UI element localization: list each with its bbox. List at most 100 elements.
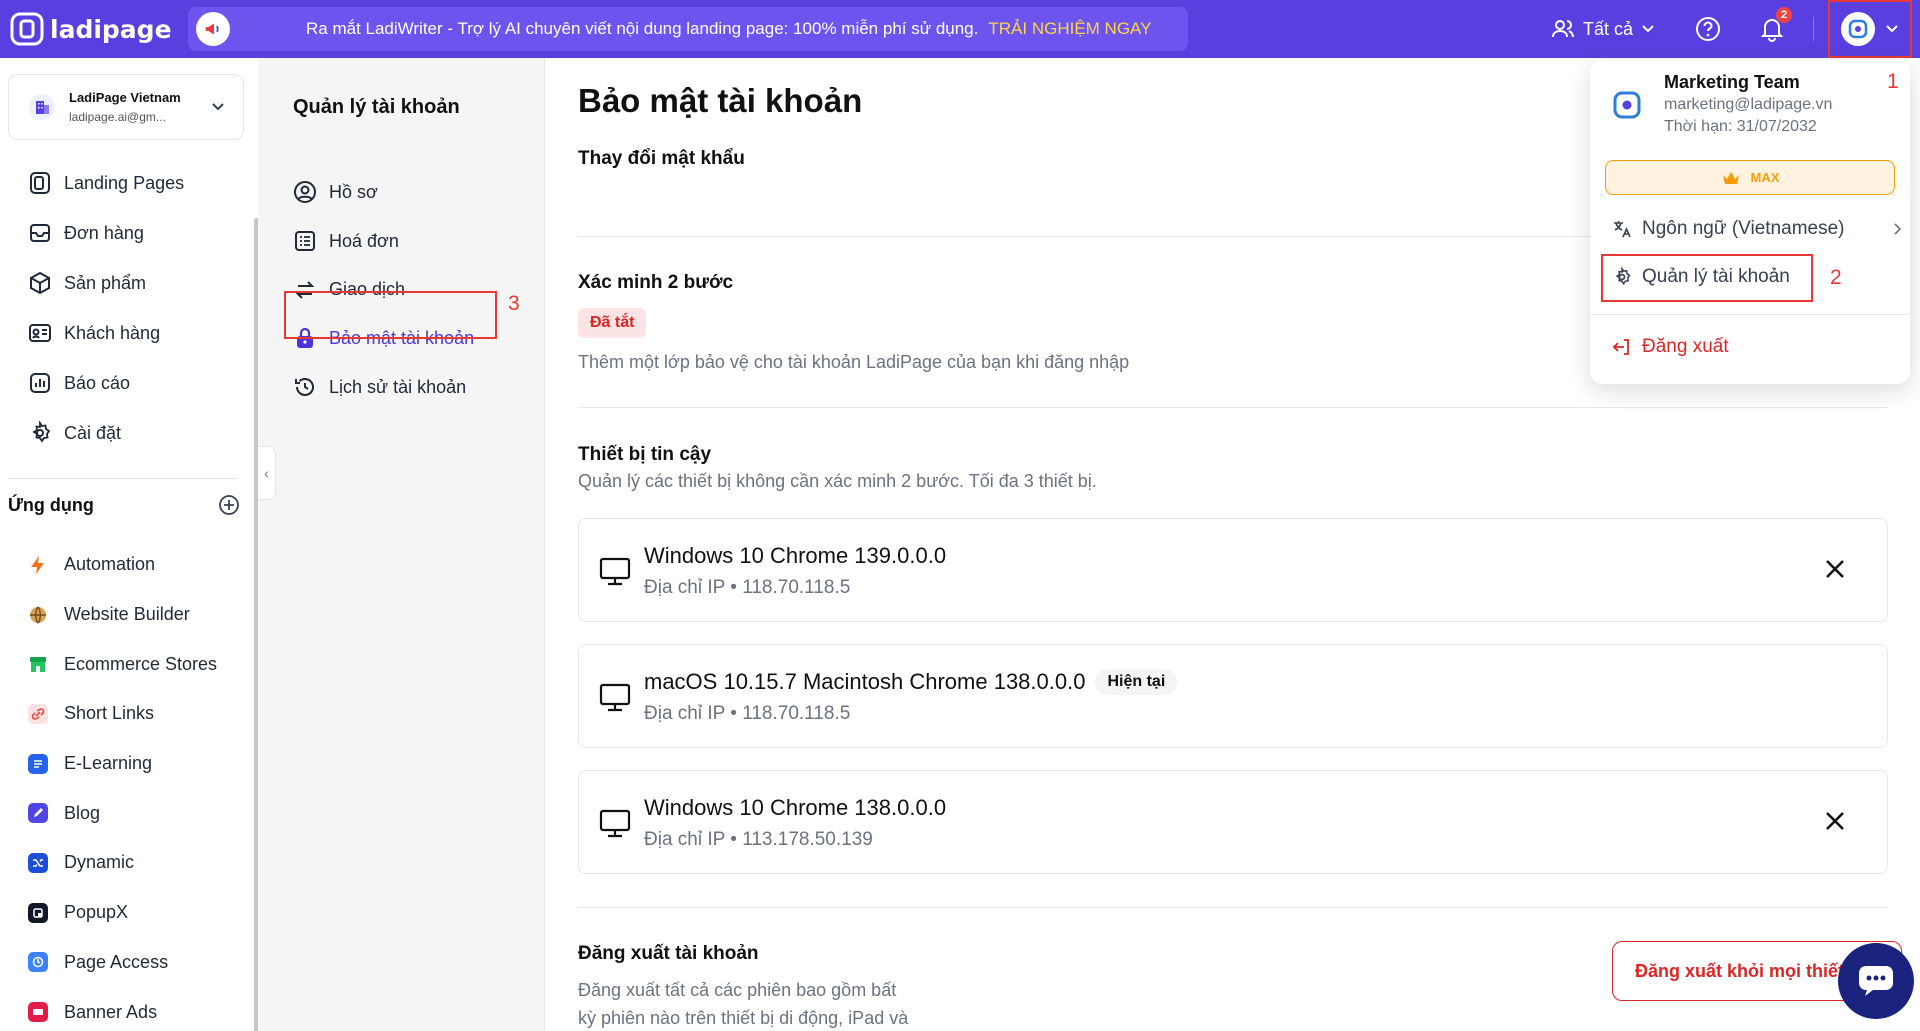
nav-item-reports[interactable]: Báo cáo: [0, 358, 258, 408]
plan-label: MAX: [1750, 170, 1780, 185]
ladipage-logo-icon: [10, 12, 44, 46]
logout-icon: [1612, 339, 1629, 355]
app-item-banner-ads[interactable]: Banner Ads: [0, 987, 258, 1031]
dropdown-user-name: Marketing Team: [1664, 72, 1800, 92]
subnav-item-history[interactable]: Lịch sử tài khoản: [293, 363, 474, 412]
transaction-icon: [295, 281, 315, 299]
notification-badge: 2: [1775, 6, 1793, 24]
banner-ads-icon: [28, 1002, 48, 1023]
account-switcher[interactable]: LadiPage Vietnam ladipage.ai@gm...: [8, 74, 244, 140]
two-factor-description: Thêm một lớp bảo vệ cho tài khoản LadiPa…: [578, 352, 1130, 372]
apps-list: Automation Website Builder Ecommerce Sto…: [0, 540, 258, 1031]
landing-pages-icon: [30, 172, 50, 194]
account-management-menu-item[interactable]: Quản lý tài khoản: [1612, 266, 1790, 288]
nav-item-settings[interactable]: Cài đặt: [0, 408, 258, 458]
subnav-item-label: Giao dịch: [329, 279, 406, 300]
remove-device-button[interactable]: [1823, 809, 1847, 833]
ladipage-logo[interactable]: ladipage: [0, 12, 188, 46]
collapse-sidebar-button[interactable]: ‹: [258, 446, 276, 500]
subnav-item-transactions[interactable]: Giao dịch: [293, 265, 474, 314]
monitor-icon: [599, 557, 631, 586]
device-ip: 113.178.50.139: [742, 829, 873, 850]
help-button[interactable]: [1695, 16, 1721, 42]
app-item-e-learning[interactable]: E-Learning: [0, 739, 258, 789]
language-menu-item[interactable]: Ngôn ngữ (Vietnamese): [1612, 218, 1902, 240]
annotation-step-2: 2: [1830, 266, 1842, 289]
blog-icon: [28, 803, 48, 824]
device-name: macOS 10.15.7 Macintosh Chrome 138.0.0.0: [644, 669, 1086, 694]
announcement-banner[interactable]: Ra mắt LadiWriter - Trợ lý AI chuyên viế…: [188, 7, 1188, 51]
elearning-icon: [28, 753, 48, 774]
subnav-item-label: Hoá đơn: [329, 230, 399, 251]
nav-item-products[interactable]: Sản phẩm: [0, 258, 258, 308]
app-item-label: E-Learning: [64, 753, 153, 774]
nav-item-label: Khách hàng: [64, 322, 161, 343]
user-avatar-icon: [1613, 91, 1641, 119]
page-access-icon: [28, 952, 48, 973]
current-device-badge: Hiện tại: [1095, 669, 1178, 695]
ip-label: Địa chỉ IP •: [644, 577, 737, 598]
main-nav: Landing Pages Đơn hàng Sản phẩm Khách hà…: [0, 158, 258, 458]
nav-item-landing-pages[interactable]: Landing Pages: [0, 158, 258, 208]
trusted-devices-description: Quản lý các thiết bị không cần xác minh …: [578, 471, 1097, 491]
logout-menu-item[interactable]: Đăng xuất: [1612, 336, 1729, 358]
subnav-item-security[interactable]: Bảo mật tài khoản: [293, 314, 474, 363]
subnav-item-profile[interactable]: Hồ sơ: [293, 168, 474, 217]
trusted-device-card: Windows 10 Chrome 139.0.0.0 Địa chỉ IP •…: [578, 518, 1888, 622]
dropdown-expiry: Thời hạn: 31/07/2032: [1664, 118, 1817, 135]
app-item-dynamic[interactable]: Dynamic: [0, 838, 258, 888]
change-password-link[interactable]: Thay đổi mật khẩu: [578, 148, 745, 170]
account-management-label: Quản lý tài khoản: [1642, 266, 1790, 287]
invoice-icon: [295, 231, 315, 252]
app-item-website-builder[interactable]: Website Builder: [0, 590, 258, 640]
add-app-icon[interactable]: [218, 494, 240, 516]
remove-device-button[interactable]: [1823, 557, 1847, 581]
app-item-label: Banner Ads: [64, 1001, 158, 1022]
nav-item-customers[interactable]: Khách hàng: [0, 308, 258, 358]
user-avatar-icon: [1848, 19, 1868, 39]
workspace-scope-selector[interactable]: Tất cả: [1551, 18, 1655, 40]
plan-badge[interactable]: MAX: [1605, 160, 1895, 195]
user-menu-button[interactable]: [1828, 0, 1912, 58]
app-item-automation[interactable]: Automation: [0, 540, 258, 590]
scope-label: Tất cả: [1582, 18, 1633, 39]
chat-support-button[interactable]: [1838, 943, 1914, 1019]
nav-item-orders[interactable]: Đơn hàng: [0, 208, 258, 258]
sidebar-divider: [8, 478, 238, 479]
app-item-popupx[interactable]: PopupX: [0, 888, 258, 938]
chevron-down-icon: [212, 103, 224, 111]
nav-item-label: Landing Pages: [64, 172, 185, 193]
subnav-title: Quản lý tài khoản: [293, 96, 460, 118]
apps-header: Ứng dụng: [8, 494, 240, 516]
language-label: Ngôn ngữ (Vietnamese): [1642, 218, 1845, 239]
chevron-down-icon: [1642, 25, 1654, 33]
automation-icon: [28, 555, 48, 575]
lock-icon: [297, 328, 313, 349]
app-item-label: Dynamic: [64, 852, 135, 873]
ip-label: Địa chỉ IP •: [644, 829, 737, 850]
logo-text: ladipage: [50, 14, 172, 44]
building-icon: [29, 94, 55, 120]
account-email: ladipage.ai@gm...: [69, 110, 166, 124]
banner-cta-link[interactable]: TRẢI NGHIỆM NGAY: [988, 19, 1151, 39]
settings-icon: [1615, 267, 1631, 286]
two-factor-title: Xác minh 2 bước: [578, 272, 734, 293]
logout-label: Đăng xuất: [1642, 336, 1729, 357]
logout-description-line: Đăng xuất tất cả các phiên bao gồm bất: [578, 980, 897, 1000]
apps-title: Ứng dụng: [8, 494, 94, 515]
app-item-label: Page Access: [64, 951, 169, 972]
ecommerce-icon: [28, 654, 48, 674]
annotation-step-1: 1: [1887, 70, 1899, 93]
user-dropdown-menu: Marketing Team marketing@ladipage.vn Thờ…: [1590, 60, 1910, 384]
help-icon: [1696, 17, 1720, 41]
orders-icon: [30, 224, 50, 242]
app-item-ecommerce-stores[interactable]: Ecommerce Stores: [0, 639, 258, 689]
trusted-device-card: Windows 10 Chrome 138.0.0.0 Địa chỉ IP •…: [578, 770, 1888, 874]
app-item-page-access[interactable]: Page Access: [0, 938, 258, 988]
logout-section-title: Đăng xuất tài khoản: [578, 943, 759, 964]
subnav-item-invoices[interactable]: Hoá đơn: [293, 217, 474, 266]
notifications-button[interactable]: 2: [1759, 6, 1793, 42]
account-name: LadiPage Vietnam: [69, 90, 181, 105]
app-item-blog[interactable]: Blog: [0, 788, 258, 838]
app-item-short-links[interactable]: Short Links: [0, 689, 258, 739]
